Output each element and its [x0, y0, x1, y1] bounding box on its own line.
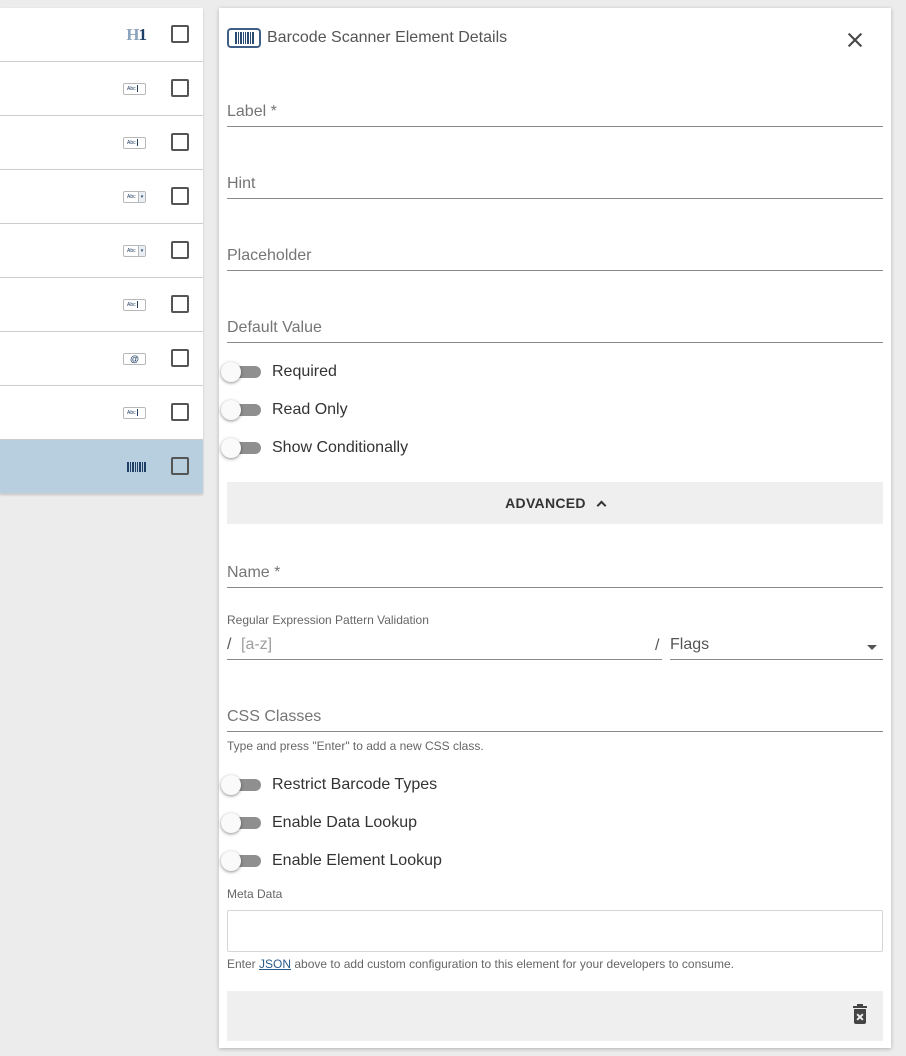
list-item-text[interactable]: Abc: [0, 278, 203, 332]
delete-icon[interactable]: [853, 1004, 867, 1024]
enable-element-lookup-toggle[interactable]: Enable Element Lookup: [221, 851, 442, 871]
element-list: H1 Abc Abc Abc ▾ Abc ▾ Abc @ Abc: [0, 8, 203, 494]
list-item-email[interactable]: @: [0, 332, 203, 386]
regex-slash-open: /: [227, 636, 232, 653]
meta-data-textarea[interactable]: [227, 910, 883, 952]
regex-row: / [a-z] / Flags: [227, 632, 883, 660]
panel-footer: [227, 991, 883, 1041]
show-conditionally-toggle-label: Show Conditionally: [272, 439, 409, 456]
toggle-switch[interactable]: [221, 362, 261, 382]
placeholder-field[interactable]: Placeholder: [227, 243, 883, 271]
placeholder-field-label: Placeholder: [227, 247, 312, 264]
list-item-select[interactable]: Abc ▾: [0, 224, 203, 278]
list-item-barcode[interactable]: [0, 440, 203, 494]
name-field-label: Name *: [227, 564, 281, 581]
regex-label: Regular Expression Pattern Validation: [227, 613, 429, 627]
regex-pattern-input[interactable]: / [a-z]: [227, 632, 662, 660]
css-classes-label: CSS Classes: [227, 708, 322, 725]
list-item-checkbox[interactable]: [171, 79, 189, 97]
label-field[interactable]: Label *: [227, 99, 883, 127]
list-item-checkbox[interactable]: [171, 25, 189, 43]
hint-field-label: Hint: [227, 175, 256, 192]
meta-data-label: Meta Data: [227, 887, 283, 901]
list-item-heading[interactable]: H1: [0, 8, 203, 62]
barcode-icon: [127, 461, 146, 472]
panel-title: Barcode Scanner Element Details: [267, 29, 508, 46]
list-item-text[interactable]: Abc: [0, 386, 203, 440]
list-item-checkbox[interactable]: [171, 295, 189, 313]
heading-icon: H1: [126, 24, 147, 44]
select-icon: Abc ▾: [123, 244, 146, 257]
enable-element-lookup-label: Enable Element Lookup: [272, 852, 442, 869]
email-icon: @: [123, 352, 146, 365]
enable-data-lookup-toggle[interactable]: Enable Data Lookup: [221, 813, 417, 833]
toggle-switch[interactable]: [221, 775, 261, 795]
required-toggle-label: Required: [272, 363, 337, 380]
css-classes-help: Type and press "Enter" to add a new CSS …: [227, 739, 484, 753]
list-item-text[interactable]: Abc: [0, 116, 203, 170]
text-input-icon: Abc: [123, 298, 146, 311]
name-field[interactable]: Name *: [227, 560, 883, 588]
flags-select[interactable]: Flags: [670, 632, 883, 660]
list-item-checkbox[interactable]: [171, 457, 189, 475]
element-details-panel: Barcode Scanner Element Details Label * …: [219, 8, 891, 1048]
regex-slash-close: /: [655, 637, 660, 654]
chevron-up-icon: [596, 500, 607, 510]
list-item-checkbox[interactable]: [171, 403, 189, 421]
list-item-checkbox[interactable]: [171, 133, 189, 151]
dropdown-caret-icon: [867, 645, 877, 650]
default-value-field[interactable]: Default Value: [227, 315, 883, 343]
list-item-checkbox[interactable]: [171, 187, 189, 205]
list-item-checkbox[interactable]: [171, 349, 189, 367]
toggle-switch[interactable]: [221, 813, 261, 833]
meta-data-help: Enter JSON above to add custom configura…: [227, 957, 734, 971]
regex-placeholder: [a-z]: [241, 636, 273, 653]
meta-help-suffix: above to add custom configuration to thi…: [291, 957, 734, 971]
text-input-icon: Abc: [123, 82, 146, 95]
read-only-toggle[interactable]: Read Only: [221, 400, 348, 420]
show-conditionally-toggle[interactable]: Show Conditionally: [221, 438, 409, 458]
default-value-field-label: Default Value: [227, 319, 322, 336]
restrict-barcode-types-toggle[interactable]: Restrict Barcode Types: [221, 775, 438, 795]
list-item-text[interactable]: Abc: [0, 62, 203, 116]
read-only-toggle-label: Read Only: [272, 401, 348, 418]
flags-label: Flags: [670, 636, 710, 653]
required-toggle[interactable]: Required: [221, 362, 337, 382]
panel-header: Barcode Scanner Element Details: [227, 28, 507, 48]
toggle-switch[interactable]: [221, 438, 261, 458]
advanced-label: ADVANCED: [505, 495, 586, 511]
toggle-switch[interactable]: [221, 851, 261, 871]
text-input-icon: Abc: [123, 136, 146, 149]
close-icon[interactable]: [845, 30, 865, 50]
advanced-toggle-button[interactable]: ADVANCED: [227, 482, 883, 524]
select-icon: Abc ▾: [123, 190, 146, 203]
hint-field[interactable]: Hint: [227, 171, 883, 199]
text-input-icon: Abc: [123, 406, 146, 419]
restrict-barcode-types-label: Restrict Barcode Types: [272, 776, 438, 793]
enable-data-lookup-label: Enable Data Lookup: [272, 814, 417, 831]
barcode-icon: [227, 28, 261, 48]
label-field-label: Label *: [227, 103, 277, 120]
meta-help-prefix: Enter: [227, 957, 260, 971]
css-classes-field[interactable]: CSS Classes: [227, 704, 883, 732]
list-item-select[interactable]: Abc ▾: [0, 170, 203, 224]
toggle-switch[interactable]: [221, 400, 261, 420]
json-link[interactable]: JSON: [259, 957, 291, 971]
list-item-checkbox[interactable]: [171, 241, 189, 259]
